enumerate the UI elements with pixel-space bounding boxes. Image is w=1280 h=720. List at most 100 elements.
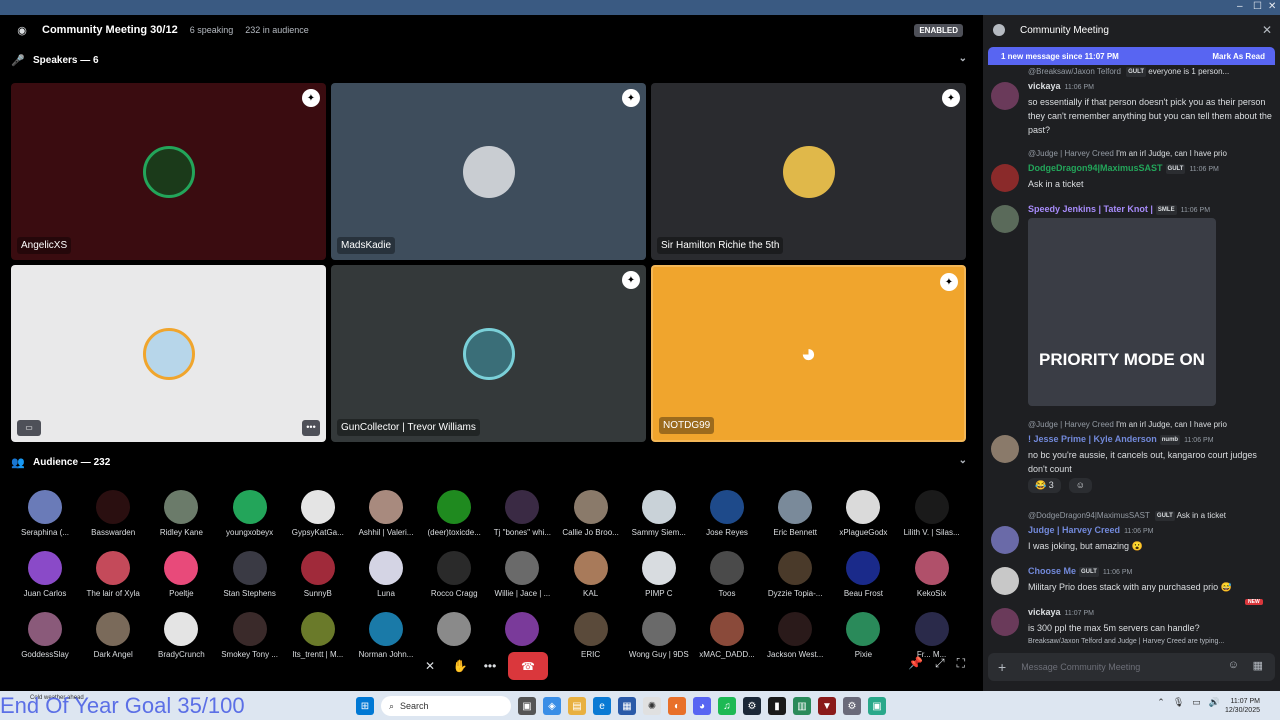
network-icon[interactable]: ▭ bbox=[1192, 697, 1201, 708]
audience-member[interactable]: Basswarden bbox=[79, 490, 147, 537]
avatar[interactable] bbox=[991, 608, 1019, 636]
audience-member[interactable]: Willie | Jace | ... bbox=[488, 551, 556, 598]
taskbar-clock[interactable]: 11:07 PM 12/30/2025 bbox=[1225, 697, 1260, 715]
audience-member[interactable]: Callie Jo Broo... bbox=[557, 490, 625, 537]
avatar[interactable] bbox=[991, 567, 1019, 595]
add-attachment-icon[interactable]: + bbox=[998, 659, 1006, 675]
username[interactable]: ! Jesse Prime | Kyle Anderson bbox=[1028, 434, 1157, 444]
username[interactable]: DodgeDragon94|MaximusSAST bbox=[1028, 163, 1163, 173]
audience-member[interactable]: Jose Reyes bbox=[693, 490, 761, 537]
terminal-icon[interactable]: ▮ bbox=[768, 697, 786, 715]
audience-member[interactable]: KekoSix bbox=[898, 551, 966, 598]
pin-icon[interactable]: 📌 bbox=[908, 656, 923, 671]
speakers-heading[interactable]: 🎤 Speakers — 6 ⌄ bbox=[11, 50, 967, 70]
audience-member[interactable]: Beau Frost bbox=[829, 551, 897, 598]
speaker-tile[interactable]: GunCollector | Trevor Williams ✦ bbox=[331, 265, 646, 442]
minimize-button[interactable]: – bbox=[1237, 1, 1243, 12]
audience-member[interactable]: youngxobeyx bbox=[216, 490, 284, 537]
gif-attachment[interactable]: PRIORITY MODE ON bbox=[1028, 218, 1216, 406]
username[interactable]: vickaya bbox=[1028, 81, 1061, 91]
microphone-icon[interactable]: 🎙 bbox=[1173, 697, 1184, 708]
audience-member[interactable]: Eric Bennett bbox=[761, 490, 829, 537]
speaker-tile[interactable]: ▭ ••• bbox=[11, 265, 326, 442]
audience-member[interactable]: Juan Carlos bbox=[11, 551, 79, 598]
emoji-icon[interactable]: ☺ bbox=[1228, 659, 1239, 671]
spotify-icon[interactable]: ♫ bbox=[718, 697, 736, 715]
reply-preview[interactable]: @DodgeDragon94|MaximusSAST GULT Ask in a… bbox=[1028, 511, 1226, 521]
more-icon[interactable]: ••• bbox=[478, 654, 502, 678]
avatar[interactable] bbox=[991, 82, 1019, 110]
audience-member[interactable]: Ashhil | Valeri... bbox=[352, 490, 420, 537]
audience-member[interactable]: Stan Stephens bbox=[216, 551, 284, 598]
taskbar-search[interactable]: ⌕ Search bbox=[381, 696, 511, 716]
chevron-down-icon[interactable]: ⌄ bbox=[959, 455, 967, 466]
audience-member[interactable]: Lilith V. | Silas... bbox=[898, 490, 966, 537]
task-view-icon[interactable]: ▣ bbox=[518, 697, 536, 715]
audience-member[interactable]: Poeltje bbox=[147, 551, 215, 598]
audience-member[interactable]: Toos bbox=[693, 551, 761, 598]
message-composer[interactable]: + Message Community Meeting ☺ ▦ bbox=[988, 653, 1275, 681]
new-message-bar[interactable]: 1 new message since 11:07 PM Mark As Rea… bbox=[988, 47, 1275, 65]
app-icon[interactable]: ▼ bbox=[818, 697, 836, 715]
avatar[interactable] bbox=[991, 205, 1019, 233]
mark-as-read-button[interactable]: Mark As Read bbox=[1212, 52, 1265, 61]
audience-member[interactable]: Fr... M... bbox=[898, 612, 966, 659]
audience-member[interactable]: Seraphina (... bbox=[11, 490, 79, 537]
leave-stage-button[interactable]: ☎ bbox=[508, 652, 548, 680]
speaker-tile[interactable]: Sir Hamilton Richie the 5th ✦ bbox=[651, 83, 966, 260]
copilot-icon[interactable]: ◈ bbox=[543, 697, 561, 715]
close-chat-icon[interactable]: ✕ bbox=[1262, 23, 1272, 37]
speaker-tile[interactable]: ◕ NOTDG99 ✦ bbox=[651, 265, 966, 442]
close-window-button[interactable]: ✕ bbox=[1268, 1, 1276, 12]
audience-member[interactable]: Its_trentt | M... bbox=[284, 612, 352, 659]
file-explorer-icon[interactable]: ▤ bbox=[568, 697, 586, 715]
chatgpt-icon[interactable]: ✺ bbox=[643, 697, 661, 715]
popout-icon[interactable]: ⤢ bbox=[935, 656, 945, 671]
username[interactable]: Speedy Jenkins | Tater Knot | bbox=[1028, 204, 1153, 214]
reply-preview[interactable]: @Judge | Harvey Creed I'm an irl Judge, … bbox=[1028, 149, 1227, 158]
audience-member[interactable]: GoddessSlay bbox=[11, 612, 79, 659]
audience-member[interactable]: Dark Angel bbox=[79, 612, 147, 659]
add-reaction-icon[interactable]: ☺ bbox=[1068, 478, 1092, 493]
audience-member[interactable] bbox=[488, 612, 556, 650]
audience-member[interactable]: Tj "bones" whi... bbox=[488, 490, 556, 537]
reply-preview[interactable]: @Breaksaw/Jaxon Telford GULT everyone is… bbox=[1028, 67, 1229, 77]
apps-icon[interactable]: ▦ bbox=[1253, 659, 1263, 672]
steam-icon[interactable]: ⚙ bbox=[743, 697, 761, 715]
audience-member[interactable]: xMAC_DADD... bbox=[693, 612, 761, 659]
username[interactable]: Judge | Harvey Creed bbox=[1028, 525, 1120, 535]
volume-icon[interactable]: 🔊 bbox=[1209, 697, 1220, 708]
edge-icon[interactable]: e bbox=[593, 697, 611, 715]
audience-member[interactable]: Smokey Tony ... bbox=[216, 612, 284, 659]
avatar[interactable] bbox=[991, 435, 1019, 463]
audience-member[interactable]: SunnyB bbox=[284, 551, 352, 598]
audience-member[interactable]: KAL bbox=[557, 551, 625, 598]
audience-member[interactable]: BradyCrunch bbox=[147, 612, 215, 659]
username[interactable]: vickaya bbox=[1028, 607, 1061, 617]
discord-icon[interactable]: ◕ bbox=[693, 697, 711, 715]
audience-member[interactable] bbox=[420, 612, 488, 650]
username[interactable]: Choose Me bbox=[1028, 566, 1076, 576]
audience-member[interactable]: (deer)toxicde... bbox=[420, 490, 488, 537]
chevron-down-icon[interactable]: ⌄ bbox=[959, 53, 967, 64]
reaction-button[interactable]: 😂 3 bbox=[1028, 478, 1061, 493]
camera-icon[interactable]: ▭ bbox=[17, 420, 41, 436]
audience-heading[interactable]: 👥 Audience — 232 ⌄ bbox=[11, 452, 967, 472]
audience-member[interactable]: Dyzzie Topia-... bbox=[761, 551, 829, 598]
avatar[interactable] bbox=[991, 164, 1019, 192]
audience-member[interactable]: The lair of Xyla bbox=[79, 551, 147, 598]
audience-member[interactable]: PIMP C bbox=[625, 551, 693, 598]
firefox-icon[interactable]: ◐ bbox=[668, 697, 686, 715]
reply-preview[interactable]: @Judge | Harvey Creed I'm an irl Judge, … bbox=[1028, 420, 1227, 429]
audience-member[interactable]: Ridley Kane bbox=[147, 490, 215, 537]
audience-member[interactable]: Luna bbox=[352, 551, 420, 598]
store-icon[interactable]: ▦ bbox=[618, 697, 636, 715]
audience-member[interactable]: Pixie bbox=[829, 612, 897, 659]
audience-member[interactable]: GypsyKatGa... bbox=[284, 490, 352, 537]
app-icon[interactable]: ▣ bbox=[868, 697, 886, 715]
audience-member[interactable]: Jackson West... bbox=[761, 612, 829, 659]
audience-member[interactable]: Wong Guy | 9DS bbox=[625, 612, 693, 659]
settings-icon[interactable]: ⚙ bbox=[843, 697, 861, 715]
audience-member[interactable]: Norman John... bbox=[352, 612, 420, 659]
avatar[interactable] bbox=[991, 526, 1019, 554]
